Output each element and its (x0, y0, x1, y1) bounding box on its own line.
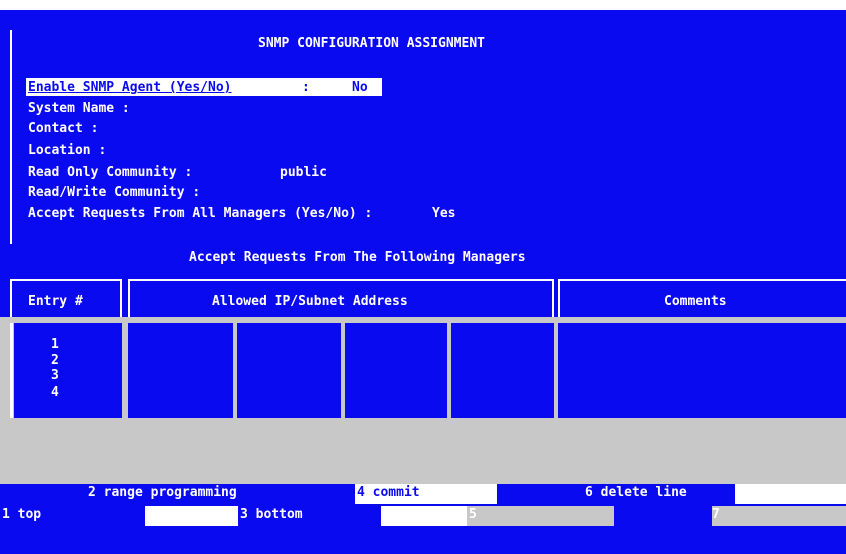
enable-snmp-agent-sep: : (302, 80, 310, 95)
fkey-range-programming-label: 2 range programming (88, 485, 237, 500)
read-only-community-label: Read Only Community : (28, 165, 193, 180)
accept-all-managers-input[interactable]: Yes (432, 206, 455, 221)
entry-number-4: 4 (51, 385, 59, 400)
address-octet-2-input[interactable] (237, 323, 341, 418)
location-label: Location : (28, 143, 107, 158)
address-column-header: Allowed IP/Subnet Address (212, 294, 408, 309)
enable-snmp-agent-label: Enable SNMP Agent (Yes/No) (28, 80, 232, 95)
address-octet-3-input[interactable] (345, 323, 447, 418)
fkey-delete-line-label: 6 delete line (585, 485, 687, 500)
contact-label: Contact : (28, 121, 99, 136)
fkey-top-label: 1 top (2, 507, 42, 522)
enable-snmp-agent-value[interactable]: No (352, 80, 368, 95)
read-only-community-input[interactable]: public (280, 165, 327, 180)
fkey-blank-c (614, 506, 712, 526)
entry-number-2: 2 (51, 353, 59, 368)
read-write-community-label: Read/Write Community : (28, 185, 201, 200)
fkey-5-label: 5 (469, 507, 477, 522)
system-name-label: System Name : (28, 101, 130, 116)
fkey-bottom-label: 3 bottom (240, 507, 303, 522)
accept-all-managers-label: Accept Requests From All Managers (Yes/N… (28, 206, 373, 221)
entry-cell-left-border (10, 323, 13, 418)
address-octet-4-input[interactable] (451, 323, 554, 418)
entry-number-3: 3 (51, 368, 59, 383)
fkey-commit-label: 4 commit (357, 485, 420, 500)
fkey-1-blank (0, 484, 88, 504)
panel-left-border (10, 30, 12, 244)
fkey-blank-a (145, 506, 238, 526)
page-title: SNMP CONFIGURATION ASSIGNMENT (258, 36, 485, 51)
managers-heading: Accept Requests From The Following Manag… (189, 250, 526, 265)
entry-number-1: 1 (51, 337, 59, 352)
fkey-top-right-blank (735, 484, 846, 504)
fkey-blank-b (381, 506, 467, 526)
fkey-7-label: 7 (712, 507, 720, 522)
address-octet-1-input[interactable] (128, 323, 233, 418)
entry-column-cell (14, 323, 122, 418)
comments-column-header: Comments (664, 294, 727, 309)
fkey-5[interactable] (467, 506, 614, 526)
comments-input[interactable] (558, 323, 846, 418)
fkey-7[interactable] (712, 506, 846, 526)
entry-column-header: Entry # (28, 294, 83, 309)
status-strip (0, 526, 846, 554)
